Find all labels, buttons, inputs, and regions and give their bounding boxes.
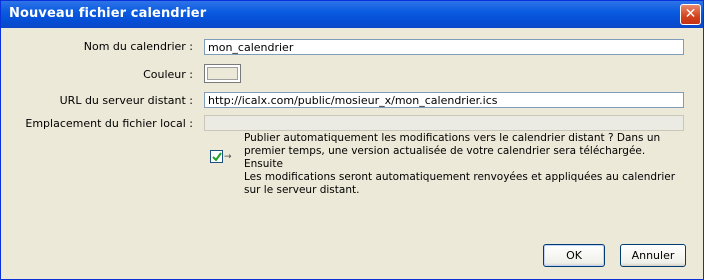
server-url-input[interactable] xyxy=(204,92,684,108)
color-picker-button[interactable] xyxy=(204,64,241,83)
new-calendar-dialog: Nouveau fichier calendrier ✕ Nom du cale… xyxy=(0,0,704,280)
calendar-name-label: Nom du calendrier : xyxy=(83,40,193,53)
description-line: Les modifications seront automatiquement… xyxy=(244,171,676,183)
close-icon: ✕ xyxy=(684,6,697,22)
description-line: sur le serveur distant. xyxy=(244,184,360,196)
dialog-body: Nom du calendrier : Couleur : URL du ser… xyxy=(1,29,703,279)
cancel-button[interactable]: Annuler xyxy=(620,244,686,267)
checkmark-icon xyxy=(212,152,222,162)
color-label: Couleur : xyxy=(143,68,193,81)
ok-button[interactable]: OK xyxy=(543,244,605,267)
publish-checkbox[interactable] xyxy=(210,150,223,163)
description-line: premier temps, une version actualisée de… xyxy=(244,145,646,170)
local-file-input xyxy=(204,115,684,131)
description-line: Publier automatiquement les modification… xyxy=(244,132,661,144)
dialog-title: Nouveau fichier calendrier xyxy=(9,6,207,21)
publish-description: Publier automatiquement les modification… xyxy=(244,132,684,197)
title-bar[interactable]: Nouveau fichier calendrier ✕ xyxy=(1,1,703,28)
local-file-label: Emplacement du fichier local : xyxy=(25,117,193,130)
server-url-label: URL du serveur distant : xyxy=(59,94,193,107)
arrow-right-icon: → xyxy=(224,152,232,162)
calendar-name-input[interactable] xyxy=(204,39,684,55)
close-button[interactable]: ✕ xyxy=(680,4,701,25)
